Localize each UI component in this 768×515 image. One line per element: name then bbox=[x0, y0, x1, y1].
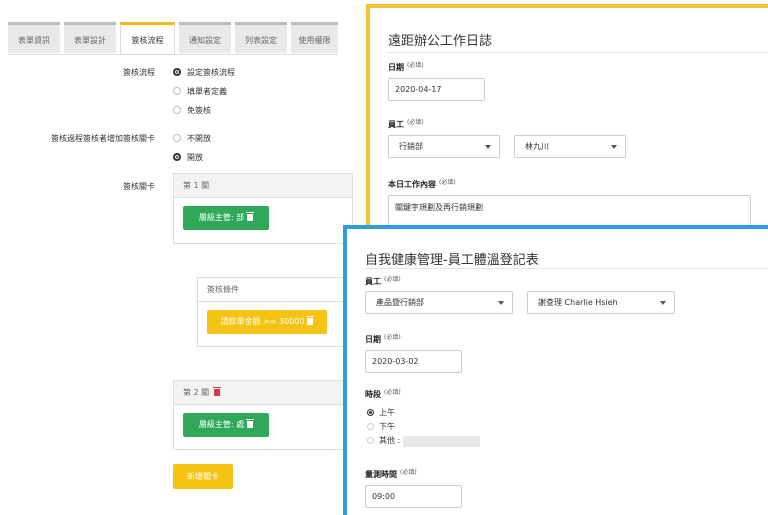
employee-label: 員工 (必填) bbox=[365, 276, 401, 286]
flow-label: 簽核流程 bbox=[123, 68, 155, 77]
radio-icon bbox=[173, 87, 181, 95]
department-select[interactable]: 行銷部 bbox=[388, 135, 500, 158]
radio-icon bbox=[367, 423, 374, 430]
title-divider bbox=[365, 268, 768, 269]
tab-divider bbox=[8, 54, 338, 55]
form-title: 自我健康管理-員工體溫登記表 bbox=[365, 253, 539, 268]
add-option-open[interactable]: 開放 bbox=[173, 152, 203, 163]
trash-icon[interactable] bbox=[306, 316, 315, 325]
work-content-label: 本日工作內容 (必填) bbox=[388, 179, 456, 189]
trash-icon[interactable] bbox=[246, 419, 255, 428]
flow-option-filler[interactable]: 填單者定義 bbox=[173, 86, 227, 97]
stage-1-approver-button[interactable]: 層級主管: 部 bbox=[183, 206, 269, 230]
period-option-afternoon[interactable]: 下午 bbox=[367, 421, 395, 432]
period-option-morning[interactable]: 上午 bbox=[367, 407, 395, 418]
measure-time-label: 量測時間 (必填) bbox=[365, 469, 417, 479]
flow-option-none[interactable]: 免簽核 bbox=[173, 105, 211, 116]
tab-list-settings[interactable]: 列表設定 bbox=[235, 22, 287, 53]
chevron-down-icon bbox=[660, 300, 666, 305]
employee-select[interactable]: 林九川 bbox=[514, 135, 626, 158]
date-label: 日期 (必填) bbox=[388, 62, 424, 72]
radio-icon bbox=[173, 106, 181, 114]
tab-notification[interactable]: 通知設定 bbox=[179, 22, 231, 53]
tab-form-design[interactable]: 表單設計 bbox=[64, 22, 116, 53]
period-other-input[interactable] bbox=[403, 436, 480, 447]
tab-bar: 表單資訊 表單設計 簽核流程 通知設定 列表設定 使用權限 bbox=[8, 22, 338, 55]
stage-2-approver-button[interactable]: 層級主管: 處 bbox=[183, 413, 269, 437]
tab-form-info[interactable]: 表單資訊 bbox=[8, 22, 60, 53]
date-label: 日期 (必填) bbox=[365, 334, 401, 344]
temperature-log-card: 自我健康管理-員工體溫登記表 員工 (必填) 產品暨行銷部 謝查理 Charlie… bbox=[343, 225, 768, 515]
date-field[interactable]: 2020-04-17 bbox=[388, 78, 485, 101]
remote-work-log-card: 遠距辦公工作日誌 日期 (必填) 2020-04-17 員工 (必填) 行銷部 林九… bbox=[366, 4, 768, 244]
radio-icon bbox=[173, 134, 181, 142]
radio-selected-icon bbox=[367, 409, 374, 416]
period-option-other[interactable]: 其他 : bbox=[367, 435, 400, 446]
radio-icon bbox=[367, 437, 374, 444]
employee-label: 員工 (必填) bbox=[388, 119, 424, 129]
tab-approval-flow[interactable]: 簽核流程 bbox=[120, 22, 175, 55]
add-option-closed[interactable]: 不開放 bbox=[173, 133, 211, 144]
date-field[interactable]: 2020-03-02 bbox=[365, 350, 462, 373]
add-stage-setting-label: 簽核過程簽核者增加簽核關卡 bbox=[51, 134, 155, 143]
condition-title: 簽核條件 bbox=[198, 278, 352, 302]
form-title: 遠距辦公工作日誌 bbox=[388, 34, 493, 49]
stage-1-title: 第 1 關 bbox=[174, 174, 352, 198]
stage-label: 簽核關卡 bbox=[123, 182, 155, 191]
stage-2-header: 第 2 關 bbox=[174, 381, 352, 405]
measure-time-field[interactable]: 09:00 bbox=[365, 485, 462, 508]
title-divider bbox=[388, 52, 768, 53]
chevron-down-icon bbox=[498, 300, 504, 305]
department-select[interactable]: 產品暨行銷部 bbox=[365, 291, 513, 314]
flow-option-set[interactable]: 設定簽核流程 bbox=[173, 67, 235, 78]
period-label: 時段 (必填) bbox=[365, 389, 401, 399]
radio-selected-icon bbox=[173, 68, 181, 76]
delete-stage-icon[interactable] bbox=[213, 387, 222, 396]
tab-permissions[interactable]: 使用權限 bbox=[291, 22, 338, 53]
chevron-down-icon bbox=[485, 144, 491, 149]
employee-select[interactable]: 謝查理 Charlie Hsieh bbox=[527, 291, 675, 314]
stage-2-title: 第 2 關 bbox=[183, 388, 210, 397]
trash-icon[interactable] bbox=[246, 212, 255, 221]
chevron-down-icon bbox=[611, 144, 617, 149]
condition-button[interactable]: 請款單金額 >= 30000 bbox=[207, 310, 327, 334]
add-stage-button[interactable]: 新增關卡 bbox=[173, 464, 233, 489]
radio-selected-icon bbox=[173, 153, 181, 161]
